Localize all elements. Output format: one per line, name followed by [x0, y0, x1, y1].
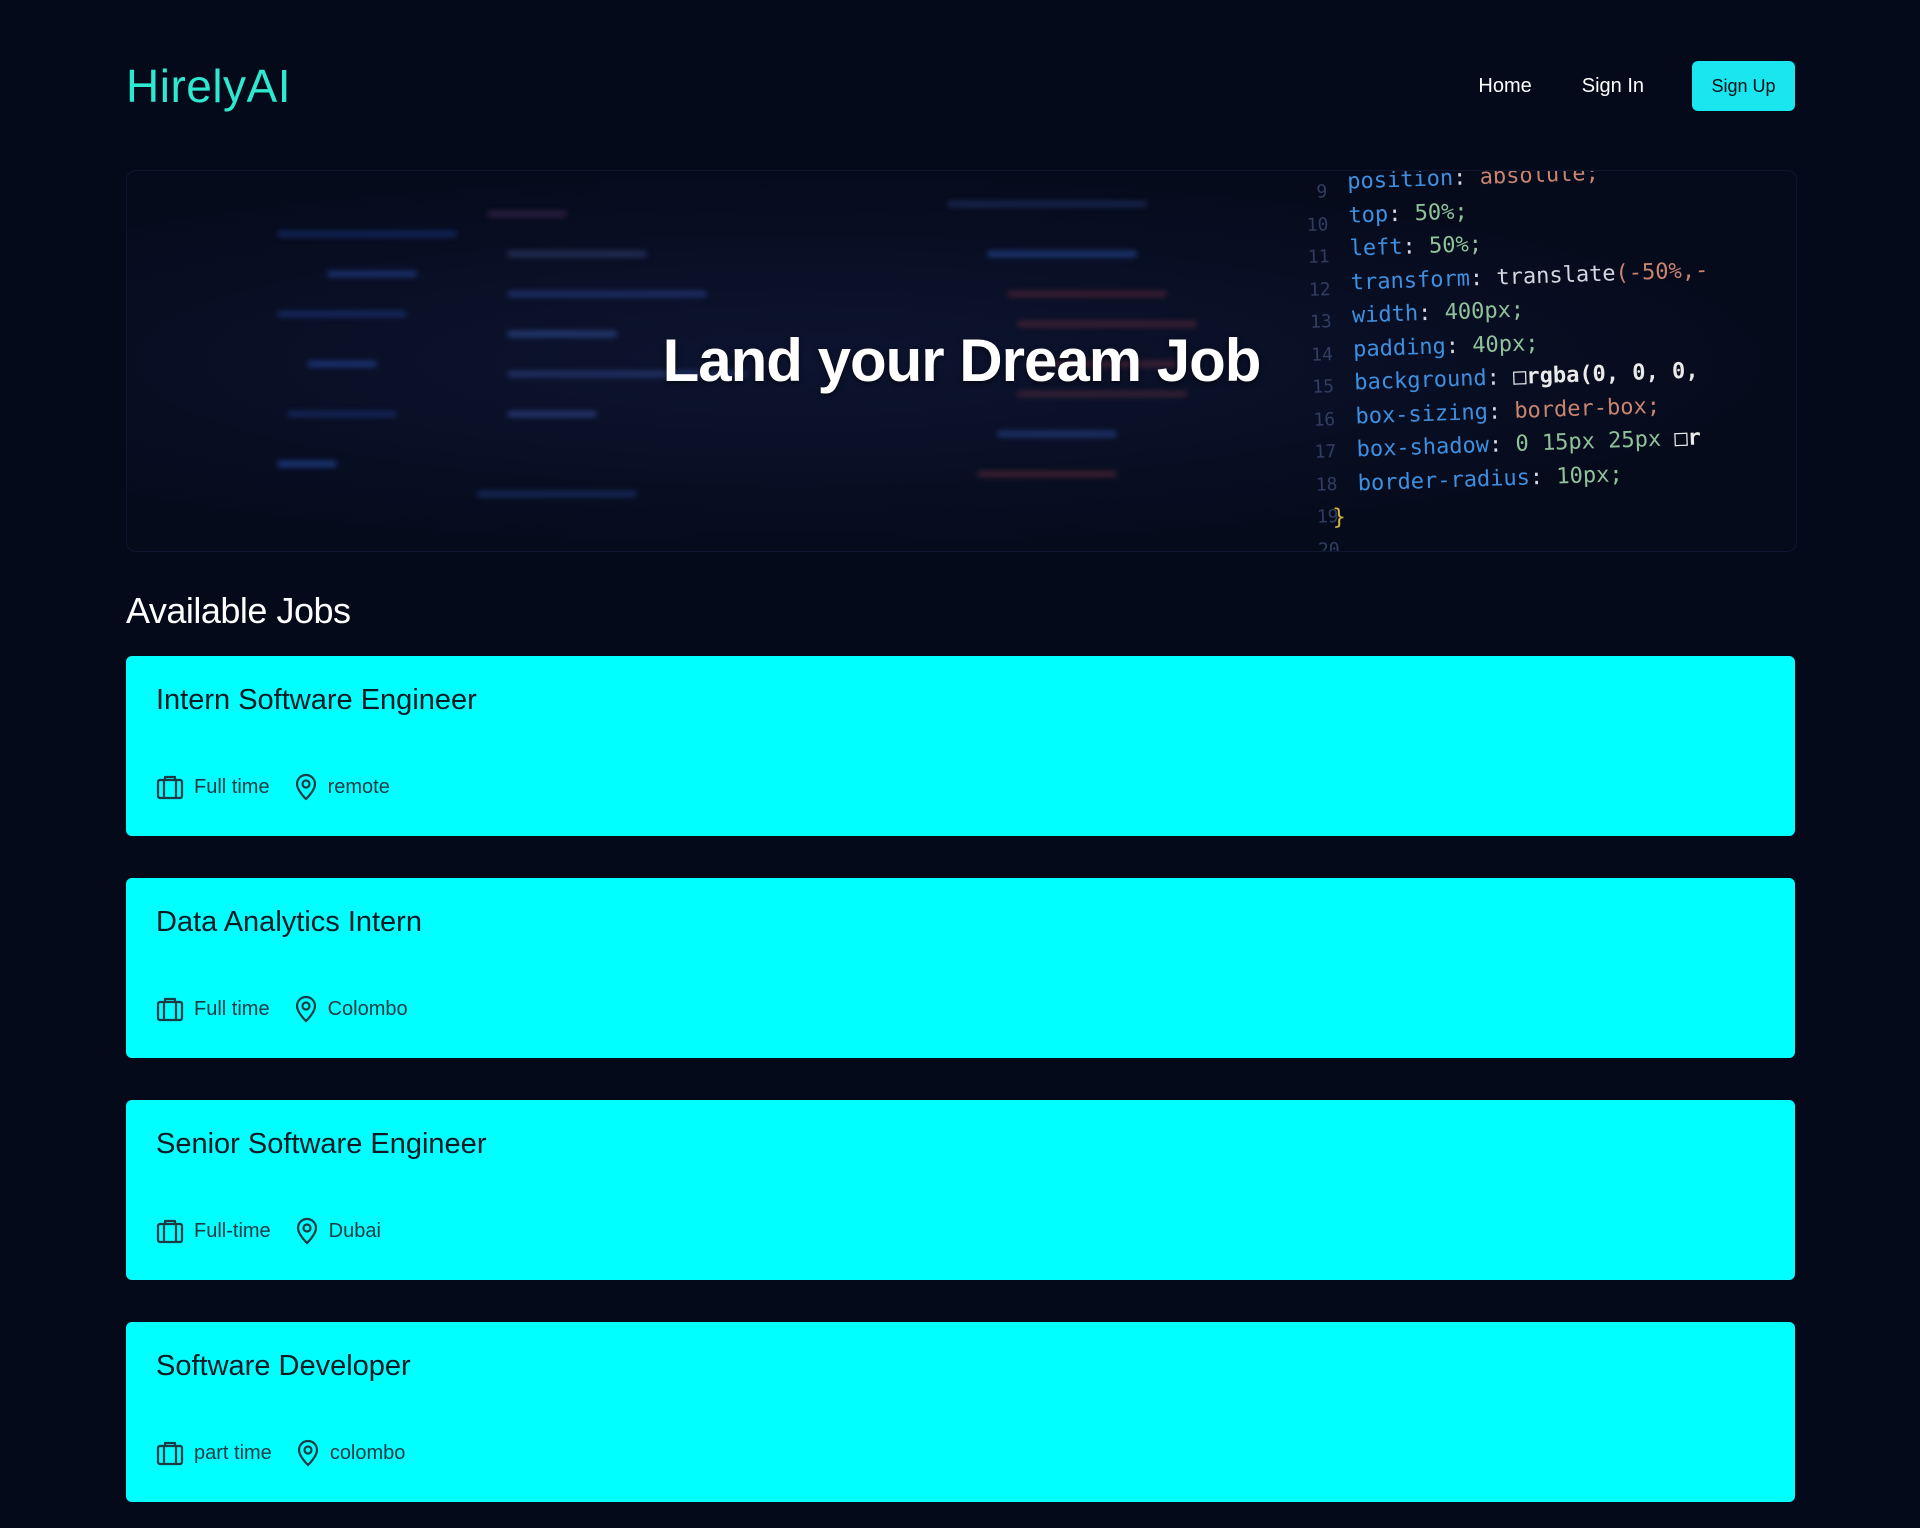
briefcase-icon	[156, 1440, 184, 1466]
job-type-label: Full time	[194, 997, 270, 1020]
job-type: Full-time	[156, 1218, 271, 1244]
job-type: Full time	[156, 996, 270, 1022]
page: HirelyAI Home Sign In Sign Up 9 10 11 12…	[0, 0, 1920, 1528]
job-location: remote	[294, 773, 390, 801]
job-card[interactable]: Intern Software Engineer Full time remot…	[126, 656, 1795, 836]
job-title: Software Developer	[156, 1350, 411, 1382]
nav-home-link[interactable]: Home	[1478, 75, 1531, 98]
sign-up-button[interactable]: Sign Up	[1692, 61, 1795, 111]
navbar: HirelyAI Home Sign In Sign Up	[126, 54, 1795, 118]
job-title: Data Analytics Intern	[156, 906, 422, 938]
map-pin-icon	[296, 1439, 320, 1467]
job-meta: Full time Colombo	[156, 995, 422, 1023]
job-meta: Full-time Dubai	[156, 1217, 395, 1245]
job-meta: Full time remote	[156, 773, 404, 801]
job-card[interactable]: Data Analytics Intern Full time Colombo	[126, 878, 1795, 1058]
nav-links: Home Sign In Sign Up	[1478, 61, 1795, 111]
map-pin-icon	[294, 773, 318, 801]
job-location-label: Colombo	[327, 997, 408, 1020]
nav-sign-in-link[interactable]: Sign In	[1582, 75, 1644, 98]
job-type: part time	[156, 1440, 272, 1466]
map-pin-icon	[295, 1217, 319, 1245]
job-type-label: Full time	[194, 775, 270, 798]
map-pin-icon	[294, 995, 318, 1023]
job-meta: part time colombo	[156, 1439, 419, 1467]
briefcase-icon	[156, 1218, 184, 1244]
job-card[interactable]: Software Developer part time colombo	[126, 1322, 1795, 1502]
job-location-label: remote	[327, 775, 390, 798]
job-type: Full time	[156, 774, 270, 800]
job-location-label: colombo	[329, 1441, 406, 1464]
job-location: Dubai	[295, 1217, 381, 1245]
briefcase-icon	[156, 996, 184, 1022]
briefcase-icon	[156, 774, 184, 800]
available-jobs-heading: Available Jobs	[126, 590, 351, 631]
job-location: Colombo	[294, 995, 408, 1023]
job-title: Senior Software Engineer	[156, 1128, 487, 1160]
job-type-label: part time	[194, 1441, 272, 1464]
job-type-label: Full-time	[194, 1219, 271, 1242]
brand-logo[interactable]: HirelyAI	[126, 59, 291, 113]
job-location: colombo	[296, 1439, 406, 1467]
hero-title: Land your Dream Job	[662, 327, 1262, 394]
job-title: Intern Software Engineer	[156, 684, 477, 716]
job-location-label: Dubai	[328, 1219, 381, 1242]
job-card[interactable]: Senior Software Engineer Full-time Dubai	[126, 1100, 1795, 1280]
hero-banner: 9 10 11 12 13 14 15 16 17 18 19 20 posit…	[126, 170, 1797, 552]
